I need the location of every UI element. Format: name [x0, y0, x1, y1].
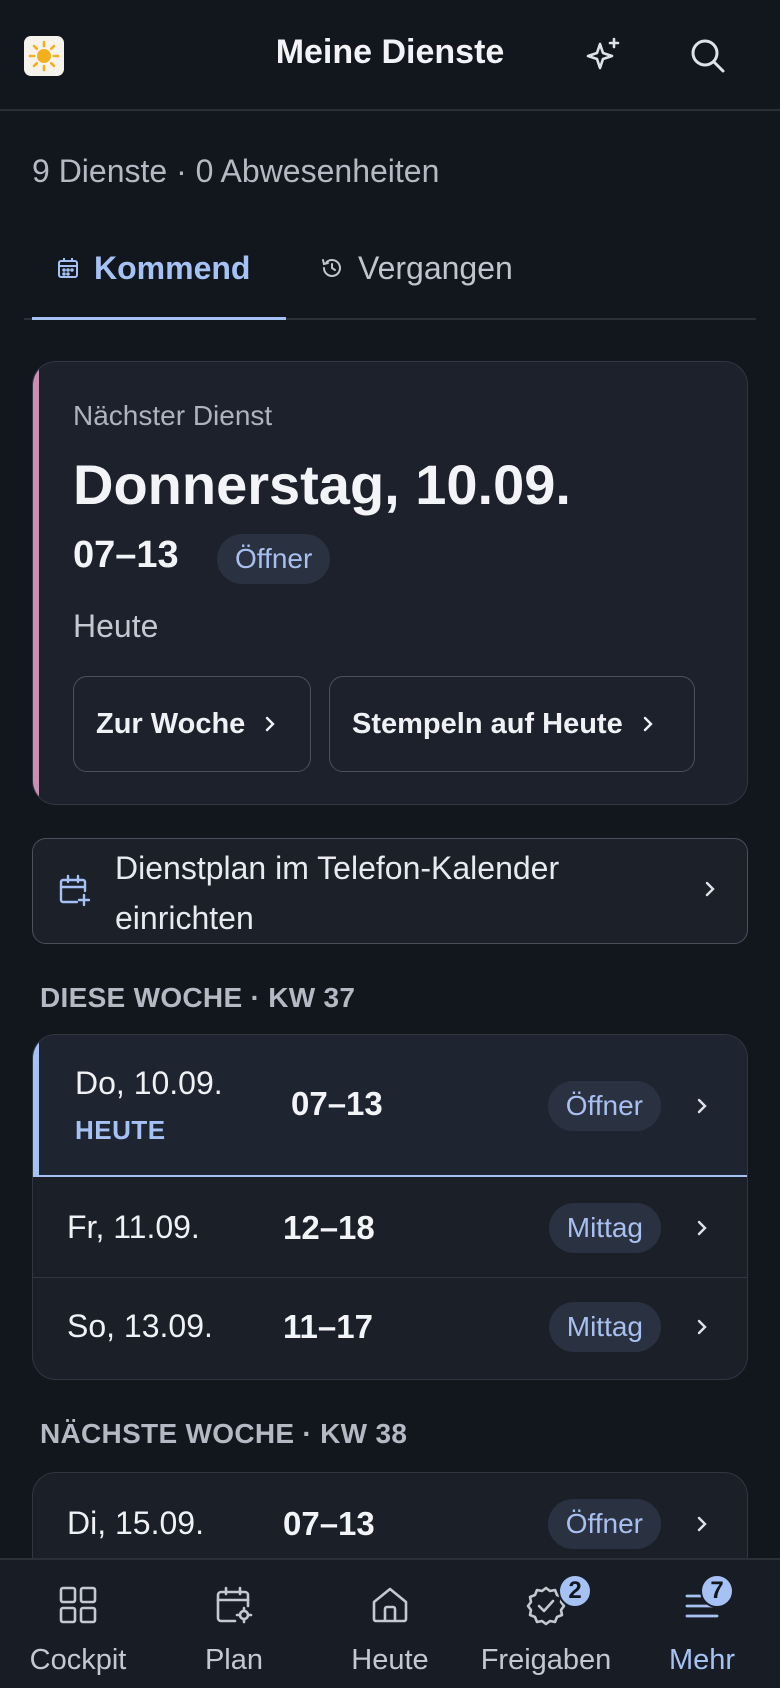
- next-shift-date: Donnerstag, 10.09.: [73, 453, 571, 516]
- shift-time: 07–13: [283, 1505, 375, 1542]
- chevron-right-icon: [703, 877, 717, 906]
- go-to-week-button[interactable]: Zur Woche: [73, 676, 311, 772]
- calendar-icon: [56, 256, 80, 280]
- button-label: Zur Woche: [96, 707, 246, 740]
- shift-time: 07–13: [291, 1085, 383, 1122]
- role-badge: Mittag: [548, 1203, 661, 1253]
- shift-row[interactable]: So, 13.09. 11–17 Mittag: [33, 1278, 747, 1379]
- nav-label: Heute: [351, 1644, 429, 1676]
- next-shift-card: Nächster Dienst Donnerstag, 10.09. 07–13…: [32, 361, 748, 805]
- tab-kommend[interactable]: Kommend: [56, 246, 250, 290]
- chevron-right-icon: [641, 713, 655, 735]
- search-icon[interactable]: [686, 34, 730, 78]
- shift-day: So, 13.09.: [67, 1308, 213, 1344]
- clock-in-today-button[interactable]: Stempeln auf Heute: [329, 676, 695, 772]
- chevron-right-icon: [263, 713, 277, 735]
- next-shift-time: 07–13: [73, 534, 179, 576]
- chevron-right-icon: [695, 1316, 709, 1343]
- role-badge: Mittag: [548, 1302, 661, 1352]
- nav-freigaben[interactable]: 2 Freigaben: [468, 1560, 624, 1688]
- grid-icon: [0, 1584, 156, 1626]
- shift-day: Di, 15.09.: [67, 1505, 204, 1541]
- tab-label: Kommend: [94, 249, 251, 286]
- calendar-settings-icon: [156, 1584, 312, 1626]
- active-tab-indicator: [32, 317, 286, 320]
- sparkles-icon[interactable]: [582, 34, 626, 78]
- home-icon: [312, 1584, 468, 1626]
- page-title: Meine Dienste: [275, 33, 505, 71]
- nav-cockpit[interactable]: Cockpit: [0, 1560, 156, 1688]
- app-header: Meine Dienste: [0, 0, 780, 111]
- role-badge: Öffner: [547, 1499, 661, 1549]
- role-badge: Öffner: [217, 534, 331, 584]
- shift-time: 12–18: [283, 1209, 375, 1246]
- shift-row-today[interactable]: Do, 10.09. HEUTE 07–13 Öffner: [33, 1035, 747, 1177]
- tab-bar: Kommend Vergangen: [24, 232, 756, 320]
- card-accent-bar: [33, 362, 39, 804]
- notification-badge: 7: [700, 1574, 734, 1608]
- nav-label: Plan: [204, 1644, 264, 1676]
- next-shift-label: Nächster Dienst: [73, 400, 273, 431]
- today-indicator-bar: [33, 1035, 39, 1175]
- nav-plan[interactable]: Plan: [156, 1560, 312, 1688]
- badge-check-icon: [468, 1584, 624, 1626]
- nav-heute[interactable]: Heute: [312, 1560, 468, 1688]
- shift-day: Fr, 11.09.: [67, 1209, 200, 1245]
- notification-badge: 2: [558, 1574, 592, 1608]
- history-icon: [320, 256, 344, 280]
- calendar-banner-text: Dienstplan im Telefon-Kalender einrichte…: [115, 850, 560, 936]
- shift-day: Do, 10.09.: [75, 1065, 223, 1101]
- next-shift-relative: Heute: [73, 608, 159, 644]
- bottom-navigation: Cockpit Plan Heute 2 Freigaben 7 Mehr: [0, 1558, 780, 1688]
- today-label: HEUTE: [75, 1115, 166, 1145]
- shift-row[interactable]: Fr, 11.09. 12–18 Mittag: [33, 1177, 747, 1278]
- nav-label: Mehr: [668, 1644, 736, 1676]
- chevron-right-icon: [695, 1217, 709, 1244]
- calendar-sync-banner[interactable]: Dienstplan im Telefon-Kalender einrichte…: [32, 838, 748, 944]
- calendar-plus-icon: [57, 873, 91, 912]
- this-week-list: Do, 10.09. HEUTE 07–13 Öffner Fr, 11.09.…: [32, 1034, 748, 1380]
- section-title-next-week: NÄCHSTE WOCHE · KW 38: [40, 1418, 408, 1449]
- section-title-this-week: DIESE WOCHE · KW 37: [40, 982, 356, 1013]
- chevron-right-icon: [695, 1095, 709, 1122]
- shift-time: 11–17: [283, 1308, 373, 1345]
- nav-label: Freigaben: [480, 1644, 612, 1676]
- tab-vergangen[interactable]: Vergangen: [320, 246, 513, 290]
- nav-label: Cockpit: [29, 1644, 127, 1676]
- tab-label: Vergangen: [358, 249, 513, 286]
- role-badge: Öffner: [547, 1081, 661, 1131]
- chevron-right-icon: [695, 1513, 709, 1540]
- nav-mehr[interactable]: 7 Mehr: [624, 1560, 780, 1688]
- shift-summary: 9 Dienste · 0 Abwesenheiten: [32, 153, 440, 189]
- button-label: Stempeln auf Heute: [352, 707, 623, 740]
